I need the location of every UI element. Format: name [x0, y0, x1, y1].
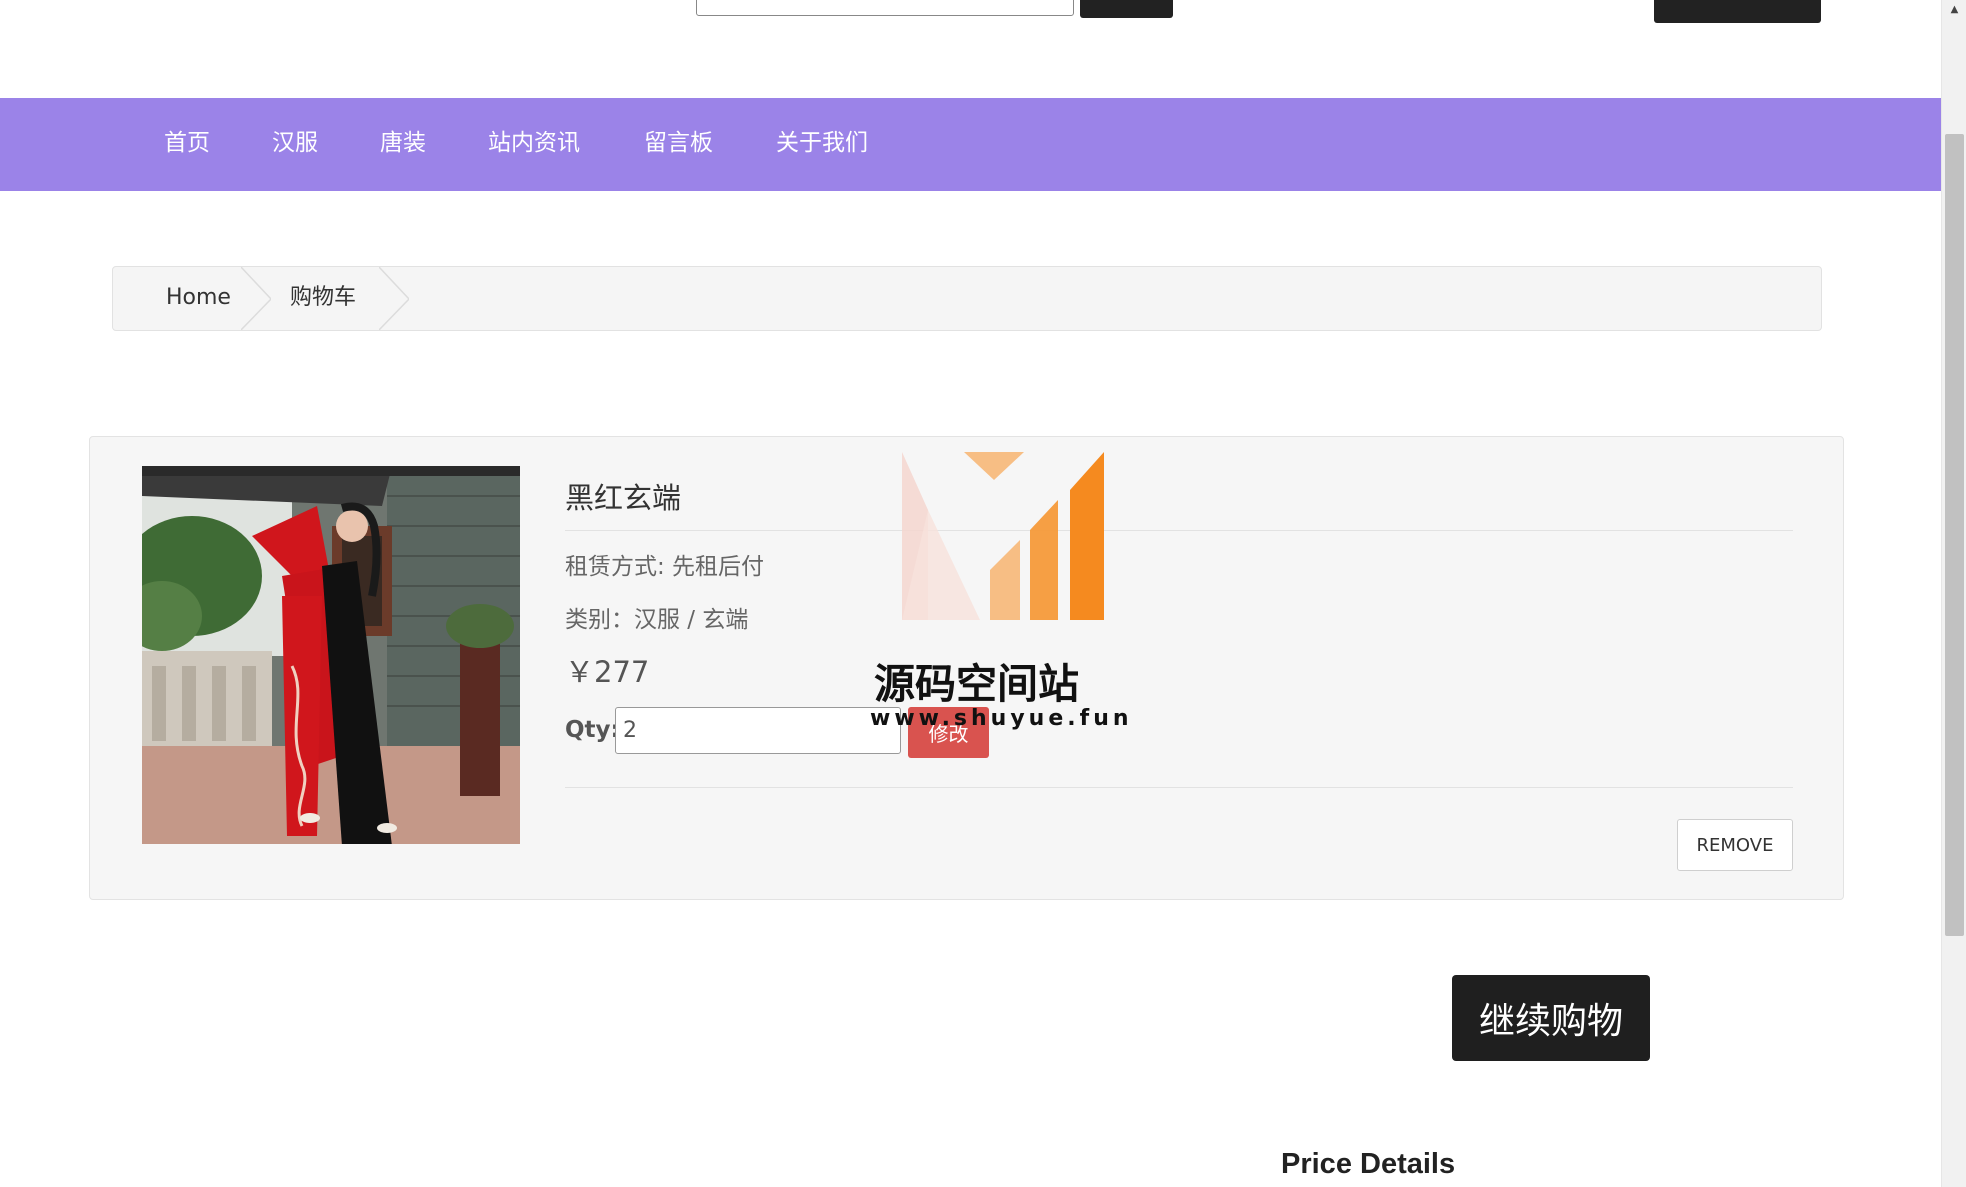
product-price: ￥277 [565, 655, 650, 689]
divider [565, 787, 1793, 788]
quantity-input[interactable] [615, 707, 901, 754]
continue-shopping-button[interactable]: 继续购物 [1452, 975, 1650, 1061]
qty-label: Qty: [565, 717, 620, 743]
breadcrumb-home-link[interactable]: Home [166, 267, 231, 330]
search-input[interactable] [696, 0, 1074, 16]
price-details-heading: Price Details [1281, 1148, 1456, 1180]
product-name[interactable]: 黑红玄端 [565, 475, 681, 517]
top-bar [0, 0, 1941, 98]
product-photo [142, 466, 520, 844]
nav-item-hanfu[interactable]: 汉服 [272, 98, 318, 191]
breadcrumb-current: 购物车 [290, 285, 357, 310]
chevron-right-icon [379, 267, 409, 330]
product-image[interactable] [142, 466, 520, 844]
search-button[interactable] [1080, 0, 1173, 18]
page-scrollbar[interactable]: ▲ [1941, 0, 1966, 1187]
product-category: 类别：汉服 / 玄端 [565, 607, 749, 633]
account-button[interactable] [1654, 0, 1821, 23]
cart-item: 黑红玄端 租赁方式: 先租后付 类别：汉服 / 玄端 ￥277 Qty: 修改 … [89, 436, 1844, 900]
nav-item-home[interactable]: 首页 [164, 98, 210, 191]
nav-item-tangzhuang[interactable]: 唐装 [380, 98, 426, 191]
update-quantity-button[interactable]: 修改 [908, 707, 989, 758]
nav-item-news[interactable]: 站内资讯 [488, 98, 580, 191]
scroll-up-arrow-icon[interactable]: ▲ [1942, 0, 1966, 20]
breadcrumb: Home 购物车 [112, 266, 1822, 331]
nav-item-message-board[interactable]: 留言板 [644, 98, 713, 191]
remove-item-button[interactable]: REMOVE [1677, 819, 1793, 871]
rental-mode: 租赁方式: 先租后付 [565, 554, 765, 580]
divider [565, 530, 1793, 531]
nav-item-about-us[interactable]: 关于我们 [776, 98, 868, 191]
main-nav: 首页 汉服 唐装 站内资讯 留言板 关于我们 [0, 98, 1941, 191]
scrollbar-thumb[interactable] [1945, 134, 1964, 936]
chevron-right-icon [241, 267, 271, 330]
